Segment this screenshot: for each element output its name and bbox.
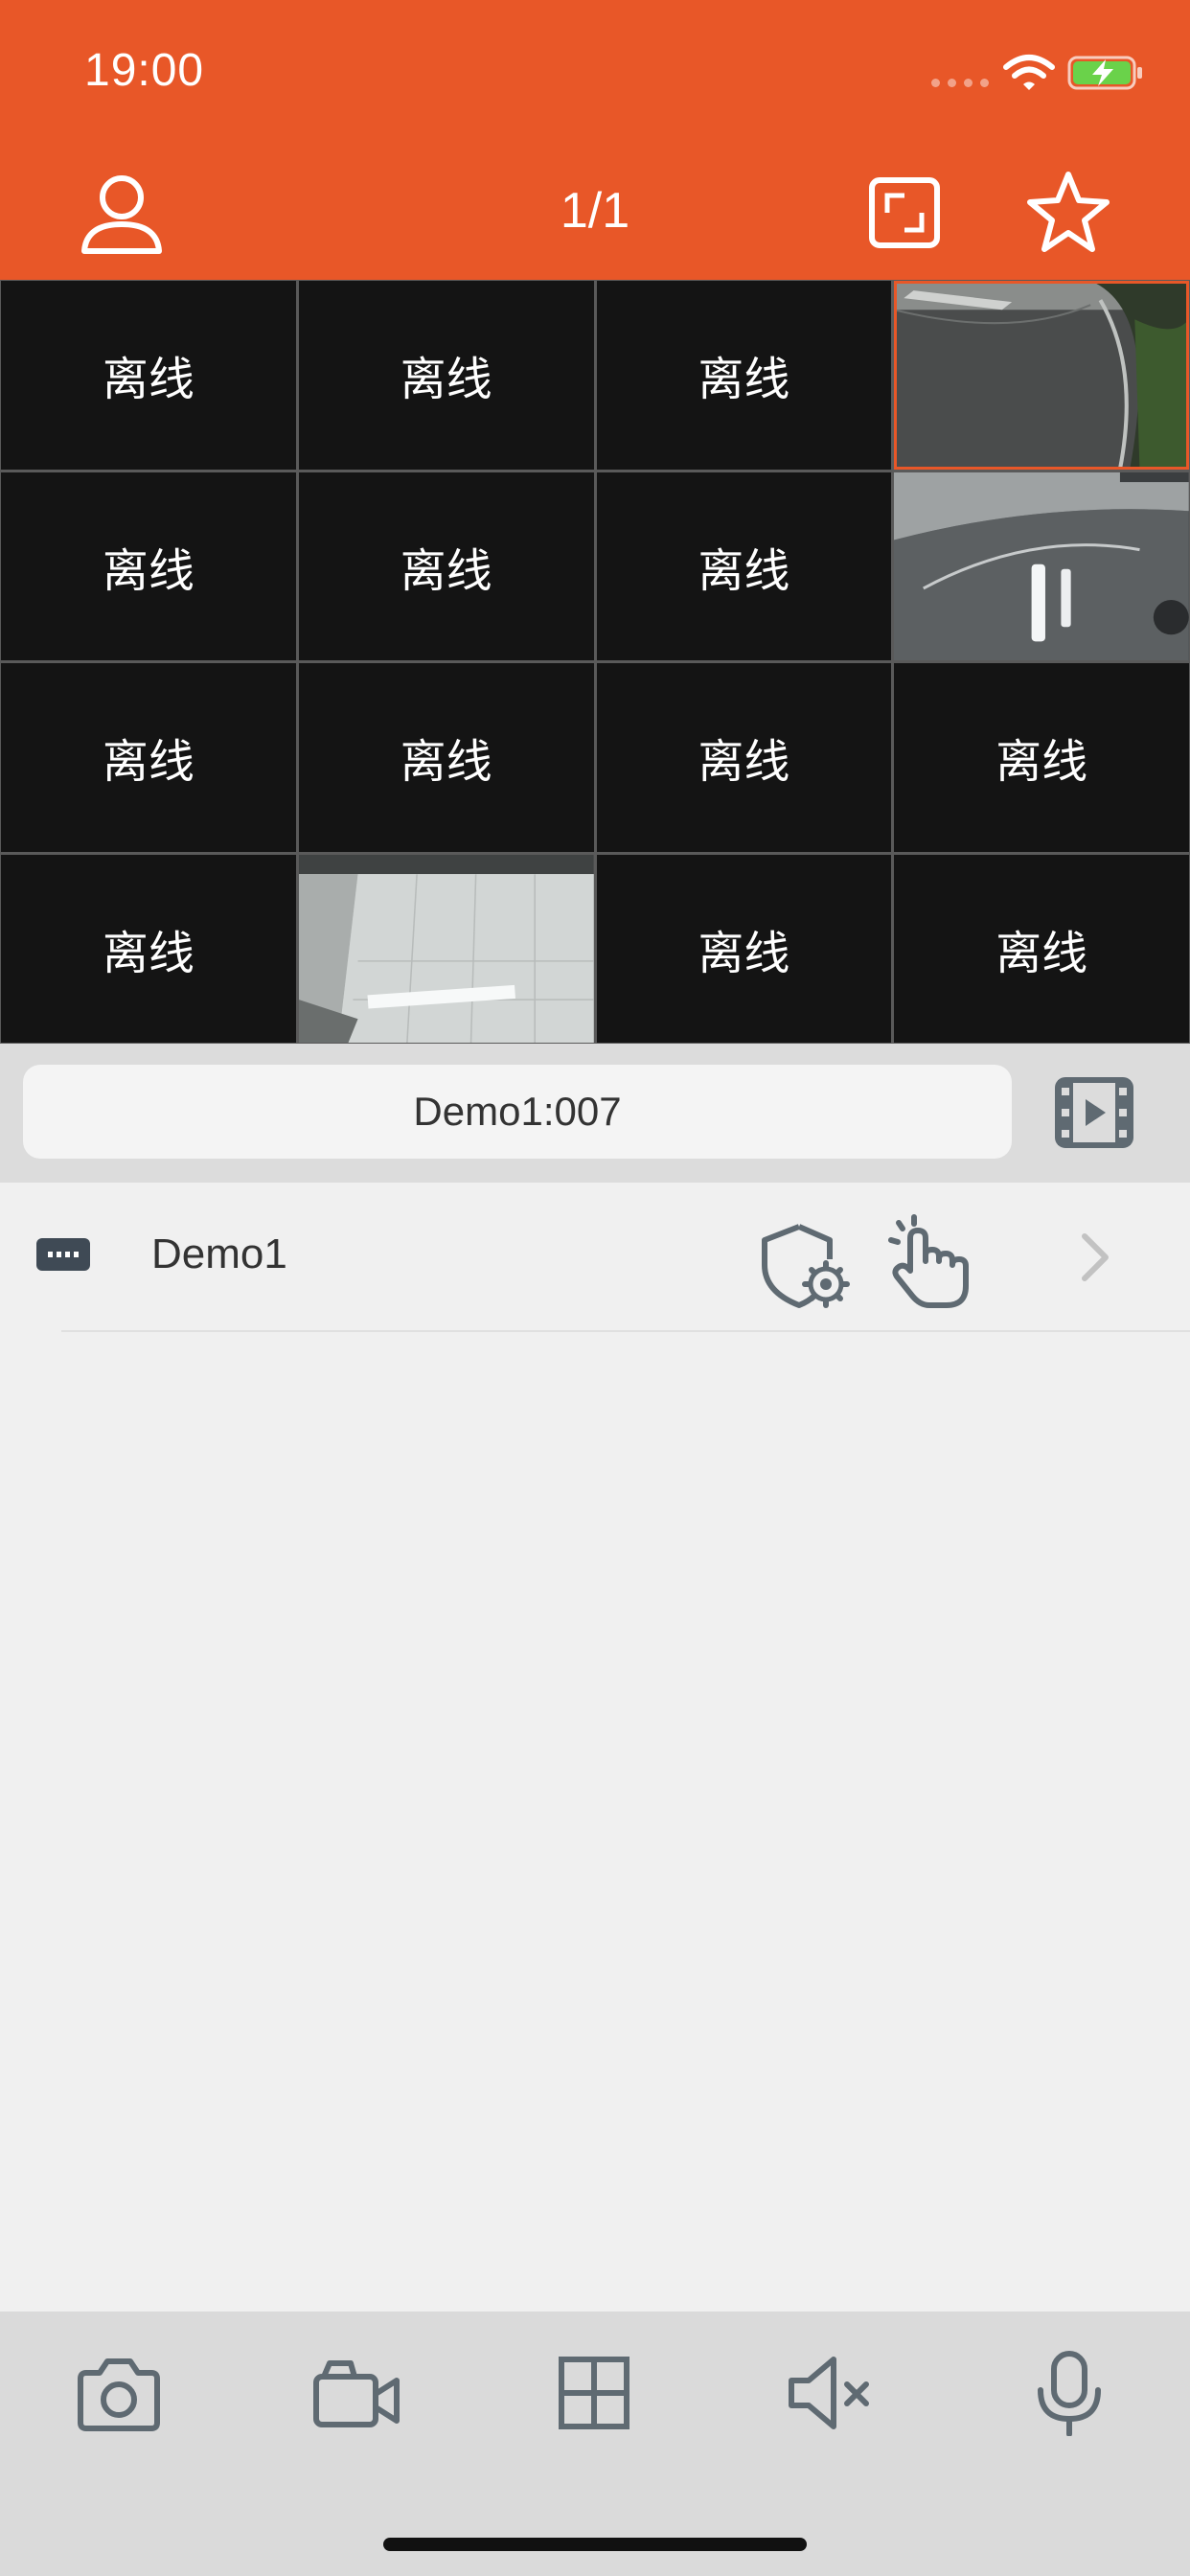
shield-settings-icon[interactable] — [759, 1221, 851, 1309]
battery-charging-icon — [1067, 56, 1142, 90]
offline-label: 离线 — [995, 928, 1088, 979]
offline-label: 离线 — [400, 545, 492, 597]
camera-feed-image — [894, 472, 1189, 660]
wifi-icon — [1003, 55, 1055, 90]
offline-label: 离线 — [400, 737, 492, 789]
tap-gesture-icon[interactable] — [883, 1213, 975, 1311]
video-cell-offline[interactable]: 离线 — [1, 281, 296, 470]
dvr-device-icon — [36, 1238, 90, 1271]
offline-label: 离线 — [102, 737, 195, 789]
device-list-item[interactable]: Demo1 — [0, 1183, 1190, 1332]
user-icon[interactable] — [79, 169, 165, 255]
offline-label: 离线 — [102, 928, 195, 979]
video-cell-offline[interactable]: 离线 — [1, 472, 296, 660]
video-cell-offline[interactable]: 离线 — [596, 663, 892, 852]
video-cell-offline[interactable]: 离线 — [1, 663, 296, 852]
page-indicator: 1/1 — [560, 183, 630, 239]
star-icon[interactable] — [1025, 169, 1111, 255]
list-divider — [61, 1330, 1190, 1332]
signal-dots-icon — [931, 79, 989, 87]
bottom-toolbar — [0, 2312, 1190, 2576]
offline-label: 离线 — [995, 737, 1088, 789]
video-cell-offline[interactable]: 离线 — [298, 663, 594, 852]
camera-icon[interactable] — [71, 2350, 167, 2436]
video-cell-offline[interactable]: 离线 — [298, 281, 594, 470]
status-time: 19:00 — [84, 45, 205, 96]
video-cell-offline[interactable]: 离线 — [1, 854, 296, 1043]
speaker-mute-icon[interactable] — [784, 2350, 880, 2436]
offline-label: 离线 — [698, 545, 790, 597]
live-preview-screen: 19:00 1/1 离线 离线 离线 离线 离线 离线 离线 离线 离线 离线 … — [0, 0, 1190, 2576]
video-cell-offline[interactable]: 离线 — [596, 472, 892, 660]
device-name: Demo1 — [151, 1230, 287, 1277]
camera-feed-image — [298, 854, 594, 1043]
video-record-icon[interactable] — [309, 2350, 404, 2436]
video-cell-offline[interactable]: 离线 — [894, 854, 1189, 1043]
video-cell-offline[interactable]: 离线 — [298, 472, 594, 660]
offline-label: 离线 — [698, 355, 790, 406]
offline-label: 离线 — [400, 355, 492, 406]
home-indicator[interactable] — [383, 2538, 807, 2551]
video-cell-offline[interactable]: 离线 — [596, 854, 892, 1043]
video-cell-live[interactable] — [298, 854, 594, 1043]
video-cell-offline[interactable]: 离线 — [596, 281, 892, 470]
header: 19:00 1/1 — [0, 0, 1190, 280]
channel-bar: Demo1:007 — [0, 1044, 1190, 1183]
video-cell-live[interactable] — [894, 472, 1189, 660]
offline-label: 离线 — [698, 737, 790, 789]
playback-film-icon[interactable] — [1054, 1074, 1134, 1151]
video-cell-offline[interactable]: 离线 — [894, 663, 1189, 852]
chevron-right-icon[interactable] — [1077, 1230, 1115, 1284]
fullscreen-icon[interactable] — [866, 174, 943, 251]
video-cell-live-selected[interactable] — [894, 281, 1189, 470]
camera-feed-image — [894, 281, 1189, 470]
offline-label: 离线 — [698, 928, 790, 979]
video-grid: 离线 离线 离线 离线 离线 离线 离线 离线 离线 离线 离线 离线 离线 — [0, 280, 1190, 1044]
microphone-icon[interactable] — [1021, 2350, 1117, 2436]
offline-label: 离线 — [102, 545, 195, 597]
current-channel-field[interactable]: Demo1:007 — [23, 1065, 1012, 1159]
grid-layout-icon[interactable] — [546, 2350, 642, 2436]
offline-label: 离线 — [102, 355, 195, 406]
